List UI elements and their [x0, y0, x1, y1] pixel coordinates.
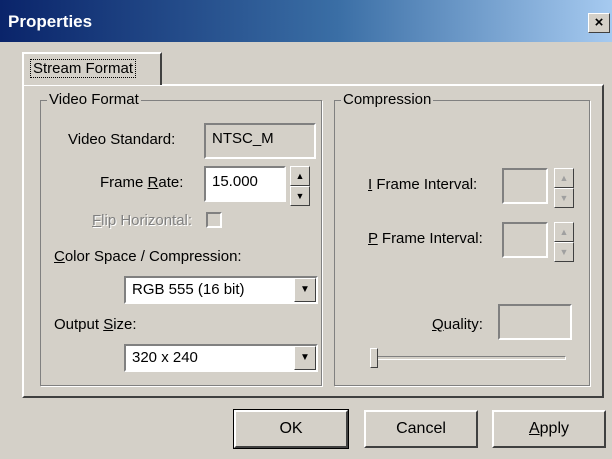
apply-button[interactable]: Apply	[492, 410, 606, 448]
output-size-label: Output Size:	[54, 316, 137, 333]
video-standard-label: Video Standard:	[68, 131, 176, 148]
p-frame-down-button[interactable]: ▼	[554, 242, 574, 262]
cancel-button[interactable]: Cancel	[364, 410, 478, 448]
close-button[interactable]: ×	[588, 13, 610, 33]
spin-up-icon: ▲	[559, 227, 569, 237]
window-title: Properties	[8, 12, 93, 31]
i-frame-down-button[interactable]: ▼	[554, 188, 574, 208]
color-space-label: Color Space / Compression:	[54, 248, 242, 265]
video-standard-value: NTSC_M	[212, 130, 274, 147]
i-frame-up-button[interactable]: ▲	[554, 168, 574, 188]
color-space-selected: RGB 555 (16 bit)	[132, 281, 245, 298]
close-icon: ×	[594, 14, 604, 31]
video-standard-field: NTSC_M	[204, 123, 316, 159]
frame-rate-up-button[interactable]: ▲	[290, 166, 310, 186]
spin-up-icon: ▲	[295, 171, 305, 181]
i-frame-interval-label: I Frame Interval:	[368, 176, 478, 193]
frame-rate-value: 15.000	[212, 173, 258, 190]
compression-title: Compression	[341, 91, 434, 108]
i-frame-interval-input[interactable]	[502, 168, 548, 204]
output-size-dropdown-button[interactable]: ▼	[294, 346, 316, 370]
quality-slider-track[interactable]	[370, 356, 566, 360]
p-frame-interval-label: P Frame Interval:	[368, 230, 483, 247]
ok-button[interactable]: OK	[233, 409, 349, 449]
frame-rate-down-button[interactable]: ▼	[290, 186, 310, 206]
video-format-title: Video Format	[47, 91, 141, 108]
spin-down-icon: ▼	[559, 247, 569, 257]
chevron-down-icon: ▼	[300, 284, 310, 295]
flip-horizontal-checkbox[interactable]	[206, 212, 222, 228]
frame-rate-label: Frame Rate:	[100, 174, 184, 191]
quality-slider-thumb[interactable]	[370, 348, 378, 368]
output-size-selected: 320 x 240	[132, 349, 198, 366]
chevron-down-icon: ▼	[300, 352, 310, 363]
spin-down-icon: ▼	[295, 191, 305, 201]
spin-down-icon: ▼	[559, 193, 569, 203]
flip-horizontal-label: Flip Horizontal:	[92, 212, 193, 229]
title-bar[interactable]: Properties ×	[0, 0, 612, 42]
quality-label: Quality:	[432, 316, 483, 333]
output-size-select[interactable]: 320 x 240 ▼	[124, 344, 318, 372]
color-space-dropdown-button[interactable]: ▼	[294, 278, 316, 302]
quality-value-field	[498, 304, 572, 340]
spin-up-icon: ▲	[559, 173, 569, 183]
tab-stream-format[interactable]: Stream Format	[22, 52, 162, 85]
frame-rate-input[interactable]: 15.000	[204, 166, 286, 202]
color-space-select[interactable]: RGB 555 (16 bit) ▼	[124, 276, 318, 304]
p-frame-up-button[interactable]: ▲	[554, 222, 574, 242]
tab-label: Stream Format	[30, 59, 137, 78]
p-frame-interval-input[interactable]	[502, 222, 548, 258]
